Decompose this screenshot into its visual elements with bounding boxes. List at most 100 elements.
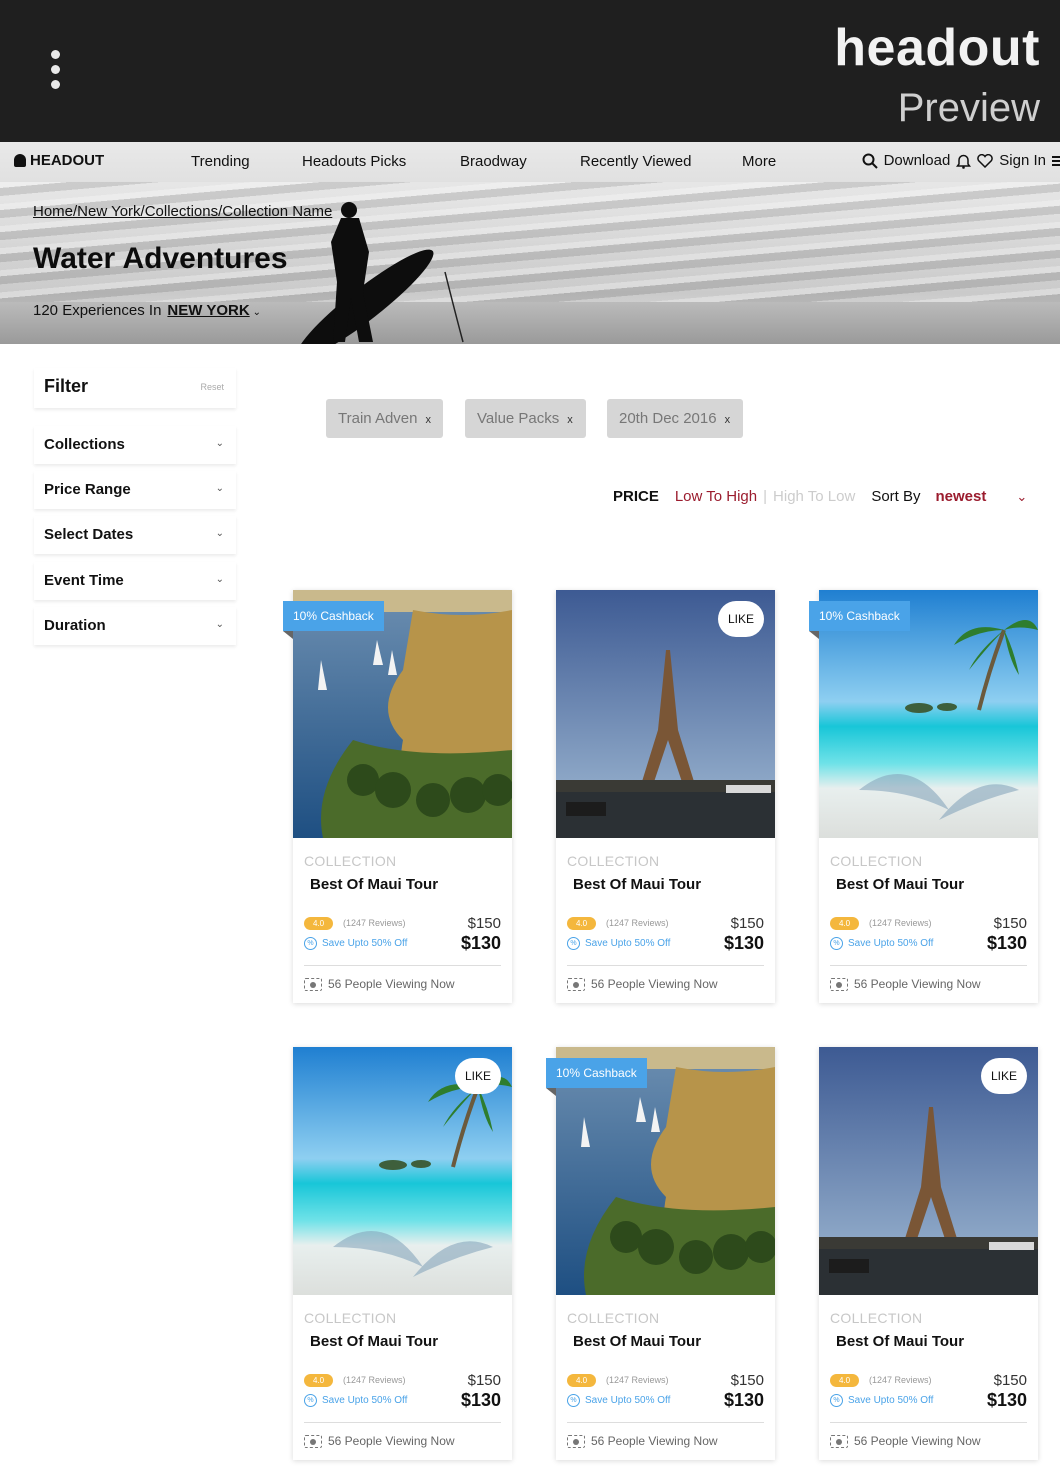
chevron-down-icon[interactable]: ⌄ — [253, 307, 261, 318]
bell-icon[interactable] — [956, 153, 972, 169]
collection-label: COLLECTION — [567, 853, 660, 869]
original-price: $150 — [730, 1372, 764, 1389]
filter-select-dates[interactable]: Select Dates ⌄ — [34, 516, 236, 554]
tour-card[interactable]: 10% Cashback COLLECTION Best Of Maui Tour 4… — [809, 590, 1038, 1003]
filter-item-label: Collections — [44, 436, 125, 453]
people-icon — [830, 1434, 848, 1448]
nav-item-more[interactable]: More — [742, 153, 776, 170]
filter-reset-button[interactable]: Reset — [200, 382, 224, 392]
save-offer-text: Save Upto 50% Off — [585, 938, 671, 949]
tour-card[interactable]: 10% Cashback COLLECTION Best Of Maui Tour 4… — [283, 590, 512, 1003]
viewing-now-text: 56 People Viewing Now — [854, 1434, 981, 1448]
divider — [567, 965, 764, 966]
filter-chip[interactable]: Value Packs x — [465, 399, 586, 438]
original-price: $150 — [993, 915, 1027, 932]
chip-close-icon[interactable]: x — [567, 414, 573, 426]
sort-high-to-low[interactable]: High To Low — [773, 488, 855, 505]
filter-item-label: Price Range — [44, 481, 131, 498]
discount-icon: % — [304, 1394, 317, 1407]
viewing-now: 56 People Viewing Now — [830, 1434, 981, 1448]
filter-collections[interactable]: Collections ⌄ — [34, 426, 236, 464]
page-title: Water Adventures — [33, 242, 288, 275]
tour-card[interactable]: 10% Cashback COLLECTION Best Of Maui Tour 4… — [546, 1047, 775, 1460]
filter-chip[interactable]: 20th Dec 2016 x — [607, 399, 743, 438]
chevron-down-icon: ⌄ — [215, 619, 224, 630]
save-offer: % Save Upto 50% Off — [830, 1394, 933, 1407]
save-offer-text: Save Upto 50% Off — [322, 938, 408, 949]
price-label: PRICE — [613, 488, 659, 505]
city-selector[interactable]: NEW YORK — [167, 302, 249, 319]
sale-price: $130 — [986, 1390, 1027, 1410]
like-button[interactable]: LIKE — [981, 1058, 1027, 1094]
collection-label: COLLECTION — [567, 1310, 660, 1326]
filter-chip[interactable]: Train Adven x — [326, 399, 443, 438]
chip-close-icon[interactable]: x — [426, 414, 432, 426]
discount-icon: % — [567, 1394, 580, 1407]
filter-duration[interactable]: Duration ⌄ — [34, 607, 236, 645]
hamburger-icon[interactable] — [1052, 155, 1060, 167]
filter-price-range[interactable]: Price Range ⌄ — [34, 471, 236, 509]
filter-title: Filter — [44, 376, 89, 396]
original-price: $150 — [467, 915, 501, 932]
experience-count-text: 120 Experiences In — [33, 302, 162, 319]
tour-name[interactable]: Best Of Maui Tour — [310, 876, 438, 893]
review-count: (1247 Reviews) — [606, 918, 669, 928]
save-offer: % Save Upto 50% Off — [304, 937, 407, 950]
save-offer: % Save Upto 50% Off — [830, 937, 933, 950]
tour-name[interactable]: Best Of Maui Tour — [310, 1333, 438, 1350]
search-icon[interactable] — [862, 153, 878, 169]
discount-icon: % — [830, 937, 843, 950]
viewing-now-text: 56 People Viewing Now — [328, 977, 455, 991]
save-offer: % Save Upto 50% Off — [567, 937, 670, 950]
breadcrumb[interactable]: Home/New York/Collections/Collection Nam… — [33, 203, 332, 220]
kebab-menu-icon[interactable] — [46, 50, 64, 94]
sign-in-link[interactable]: Sign In — [999, 152, 1046, 169]
original-price: $150 — [993, 1372, 1027, 1389]
discount-icon: % — [304, 937, 317, 950]
people-icon — [567, 977, 585, 991]
tour-name[interactable]: Best Of Maui Tour — [573, 876, 701, 893]
save-offer-text: Save Upto 50% Off — [322, 1395, 408, 1406]
filter-event-time[interactable]: Event Time ⌄ — [34, 562, 236, 600]
review-count: (1247 Reviews) — [343, 918, 406, 928]
filter-item-label: Event Time — [44, 572, 124, 589]
download-link[interactable]: Download — [884, 152, 951, 169]
experience-count: 120 Experiences In NEW YORK ⌄ — [33, 302, 261, 319]
viewing-now: 56 People Viewing Now — [830, 977, 981, 991]
tour-name[interactable]: Best Of Maui Tour — [573, 1333, 701, 1350]
collection-label: COLLECTION — [304, 1310, 397, 1326]
tour-card[interactable]: LIKE COLLECTION Best Of Maui Tour 4.0 (1247 … — [293, 1047, 512, 1460]
people-icon — [830, 977, 848, 991]
nav-item-trending[interactable]: Trending — [191, 153, 250, 170]
preview-header: headout Preview — [0, 0, 1060, 142]
original-price: $150 — [467, 1372, 501, 1389]
chevron-down-icon[interactable]: ⌄ — [1016, 489, 1027, 505]
heart-icon[interactable] — [977, 153, 994, 168]
nav-item-broadway[interactable]: Braodway — [460, 153, 527, 170]
nav-item-headouts-picks[interactable]: Headouts Picks — [302, 153, 406, 170]
chip-close-icon[interactable]: x — [725, 414, 731, 426]
sort-by-label: Sort By — [871, 488, 921, 505]
save-offer: % Save Upto 50% Off — [567, 1394, 670, 1407]
headout-logo[interactable]: HEADOUT — [14, 152, 104, 169]
logo-text: HEADOUT — [30, 152, 105, 169]
sort-by-select[interactable]: newest — [936, 488, 987, 505]
sale-price: $130 — [460, 1390, 501, 1410]
tour-name[interactable]: Best Of Maui Tour — [836, 876, 964, 893]
viewing-now-text: 56 People Viewing Now — [328, 1434, 455, 1448]
tour-card[interactable]: LIKE COLLECTION Best Of Maui Tour 4.0 (1247 … — [819, 1047, 1038, 1460]
rating-badge: 4.0 — [567, 1374, 596, 1387]
review-count: (1247 Reviews) — [869, 918, 932, 928]
cashback-badge: 10% Cashback — [283, 601, 384, 639]
tour-name[interactable]: Best Of Maui Tour — [836, 1333, 964, 1350]
rating-badge: 4.0 — [567, 917, 596, 930]
like-button[interactable]: LIKE — [718, 601, 764, 637]
tour-card[interactable]: LIKE COLLECTION Best Of Maui Tour 4.0 (1247 … — [556, 590, 775, 1003]
sort-low-to-high[interactable]: Low To High — [675, 488, 757, 505]
like-button[interactable]: LIKE — [455, 1058, 501, 1094]
filter-header: Filter Reset — [34, 368, 236, 408]
discount-icon: % — [830, 1394, 843, 1407]
divider — [830, 1422, 1027, 1423]
rating-badge: 4.0 — [304, 917, 333, 930]
nav-item-recently-viewed[interactable]: Recently Viewed — [580, 153, 691, 170]
